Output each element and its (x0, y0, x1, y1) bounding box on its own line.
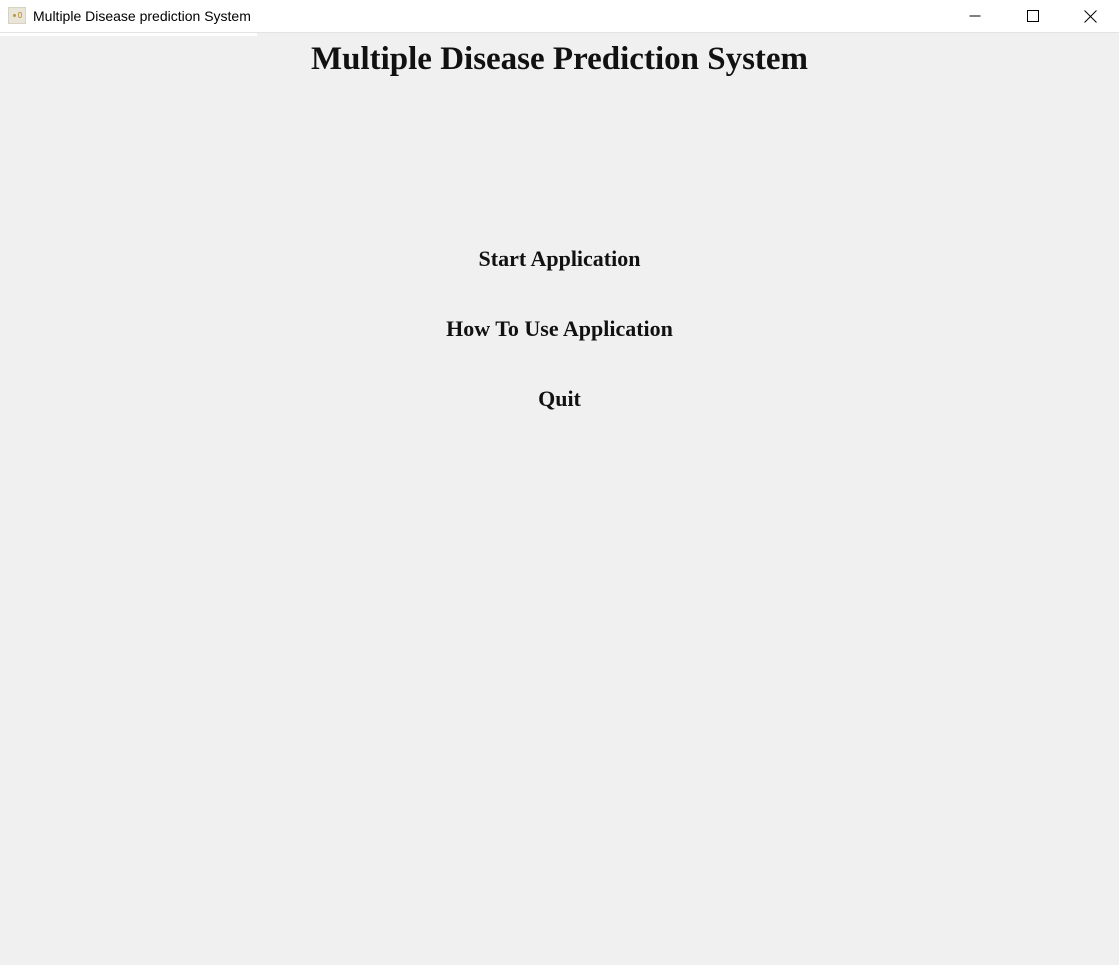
maximize-button[interactable] (1004, 0, 1062, 32)
app-window: Multiple Disease prediction System Multi… (0, 0, 1119, 965)
quit-label: Quit (538, 386, 581, 411)
page-title: Multiple Disease Prediction System (310, 41, 809, 77)
how-to-use-button[interactable]: How To Use Application (0, 314, 1119, 344)
close-button[interactable] (1062, 0, 1119, 32)
close-icon (1084, 9, 1097, 23)
maximize-icon (1027, 10, 1039, 22)
window-title: Multiple Disease prediction System (33, 8, 251, 24)
quit-button[interactable]: Quit (0, 384, 1119, 414)
start-application-label: Start Application (478, 246, 641, 271)
minimize-button[interactable] (946, 0, 1004, 32)
start-application-button[interactable]: Start Application (0, 244, 1119, 274)
how-to-use-label: How To Use Application (446, 316, 673, 341)
app-icon (8, 7, 26, 24)
minimize-icon (969, 15, 981, 17)
main-area: Multiple Disease Prediction System Start… (0, 33, 1119, 965)
top-divider (0, 33, 257, 36)
title-bar[interactable]: Multiple Disease prediction System (0, 0, 1119, 33)
